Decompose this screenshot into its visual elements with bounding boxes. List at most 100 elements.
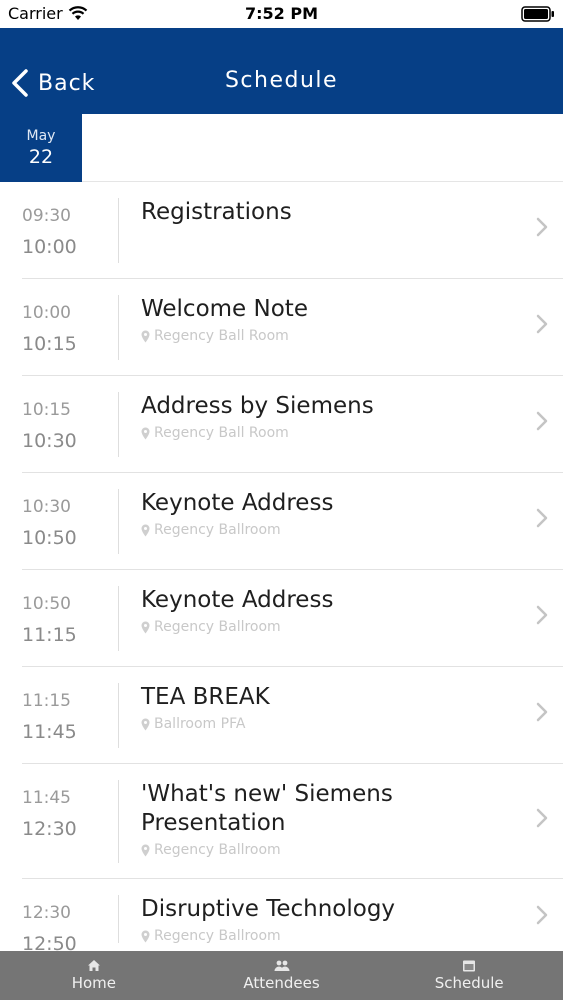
row-divider (118, 586, 119, 651)
session-location: Regency Ballroom (141, 928, 511, 944)
navigation-bar: Back (0, 28, 563, 114)
back-button[interactable]: Back (10, 66, 95, 100)
session-location-text: Regency Ballroom (154, 522, 281, 538)
row-divider (118, 780, 119, 863)
tab-home-label: Home (71, 974, 116, 992)
row-divider (118, 895, 119, 943)
tab-schedule[interactable]: Schedule (375, 951, 563, 1000)
start-time: 10:30 (22, 497, 71, 517)
tab-schedule-label: Schedule (434, 974, 504, 992)
end-time: 11:45 (22, 721, 77, 743)
session-details: Welcome Note Regency Ball Room (141, 295, 511, 344)
chevron-right-icon (536, 702, 548, 722)
date-day: 22 (28, 146, 54, 168)
end-time: 10:00 (22, 236, 77, 258)
session-title: Address by Siemens (141, 393, 374, 419)
start-time: 12:30 (22, 903, 71, 923)
session-location: Regency Ballroom (141, 842, 511, 858)
tab-attendees-label: Attendees (243, 974, 320, 992)
location-pin-icon (141, 330, 150, 342)
battery-icon (521, 6, 554, 22)
session-location: Regency Ballroom (141, 522, 511, 538)
chevron-right-icon (536, 605, 548, 625)
chevron-right-icon (536, 508, 548, 528)
chevron-right-icon (536, 411, 548, 431)
session-title: Keynote Address (141, 587, 334, 613)
session-location-text: Regency Ballroom (154, 928, 281, 944)
session-details: Disruptive Technology Regency Ballroom (141, 895, 511, 944)
end-time: 12:50 (22, 933, 77, 951)
status-bar: Carrier 7:52 PM (0, 0, 563, 28)
end-time: 11:15 (22, 624, 77, 646)
chevron-right-icon (536, 808, 548, 828)
home-icon (87, 960, 100, 971)
location-pin-icon (141, 524, 150, 536)
chevron-right-icon (536, 314, 548, 334)
schedule-row[interactable]: 11:45 12:30 'What's new' Siemens Presentat… (22, 764, 563, 879)
session-location-text: Regency Ballroom (154, 619, 281, 635)
session-title: Welcome Note (141, 296, 308, 322)
session-title: Keynote Address (141, 490, 334, 516)
session-details: Registrations (141, 198, 511, 227)
carrier-label: Carrier (8, 4, 63, 23)
session-location: Ballroom PFA (141, 716, 511, 732)
session-title: TEA BREAK (141, 684, 270, 710)
row-divider (118, 198, 119, 263)
session-title: 'What's new' Siemens Presentation (141, 781, 393, 836)
back-label: Back (38, 70, 96, 96)
chevron-right-icon (536, 905, 548, 925)
start-time: 09:30 (22, 206, 71, 226)
start-time: 11:45 (22, 788, 71, 808)
tab-attendees[interactable]: Attendees (188, 951, 376, 1000)
start-time: 10:00 (22, 303, 71, 323)
session-location-text: Ballroom PFA (154, 716, 246, 732)
end-time: 10:15 (22, 333, 77, 355)
date-month: May (26, 128, 56, 144)
schedule-list: 09:30 10:00 Registrations 10:00 10:15 Welcome… (0, 182, 563, 951)
wifi-icon (68, 6, 88, 20)
chevron-left-icon (12, 69, 28, 97)
schedule-row[interactable]: 10:30 10:50 Keynote Address Regency Ballroo… (22, 473, 563, 570)
session-details: TEA BREAK Ballroom PFA (141, 683, 511, 732)
tab-home[interactable]: Home (0, 951, 188, 1000)
location-pin-icon (141, 718, 150, 730)
row-divider (118, 295, 119, 360)
schedule-row[interactable]: 10:15 10:30 Address by Siemens Regency Ball… (22, 376, 563, 473)
row-divider (118, 392, 119, 457)
schedule-row[interactable]: 11:15 11:45 TEA BREAK Ballroom PFA (22, 667, 563, 764)
date-strip: May 22 (0, 114, 563, 182)
start-time: 10:15 (22, 400, 71, 420)
session-title: Disruptive Technology (141, 896, 396, 922)
session-details: 'What's new' Siemens Presentation Regency… (141, 780, 511, 858)
start-time: 10:50 (22, 594, 71, 614)
schedule-row[interactable]: 09:30 10:00 Registrations (22, 182, 563, 279)
session-details: Keynote Address Regency Ballroom (141, 586, 511, 635)
session-title: Registrations (141, 199, 292, 225)
schedule-icon (463, 960, 476, 972)
location-pin-icon (141, 621, 150, 633)
row-divider (118, 683, 119, 748)
schedule-row[interactable]: 10:50 11:15 Keynote Address Regency Ballroo… (22, 570, 563, 667)
session-location: Regency Ballroom (141, 619, 511, 635)
attendees-icon (274, 960, 289, 971)
session-location-text: Regency Ball Room (154, 328, 289, 344)
location-pin-icon (141, 930, 150, 942)
tab-bar: Home Attendees Schedule (0, 951, 563, 1000)
session-details: Keynote Address Regency Ballroom (141, 489, 511, 538)
session-location-text: Regency Ball Room (154, 425, 289, 441)
schedule-row[interactable]: 10:00 10:15 Welcome Note Regency Ball Room (22, 279, 563, 376)
end-time: 10:50 (22, 527, 77, 549)
session-location: Regency Ball Room (141, 425, 511, 441)
end-time: 12:30 (22, 818, 77, 840)
session-location: Regency Ball Room (141, 328, 511, 344)
location-pin-icon (141, 427, 150, 439)
schedule-row[interactable]: 12:30 12:50 Disruptive Technology Regency B… (22, 879, 563, 951)
session-details: Address by Siemens Regency Ball Room (141, 392, 511, 441)
location-pin-icon (141, 844, 150, 856)
chevron-right-icon (536, 217, 548, 237)
date-tab-selected[interactable]: May 22 (0, 114, 82, 182)
session-location-text: Regency Ballroom (154, 842, 281, 858)
end-time: 10:30 (22, 430, 77, 452)
start-time: 11:15 (22, 691, 71, 711)
row-divider (118, 489, 119, 554)
